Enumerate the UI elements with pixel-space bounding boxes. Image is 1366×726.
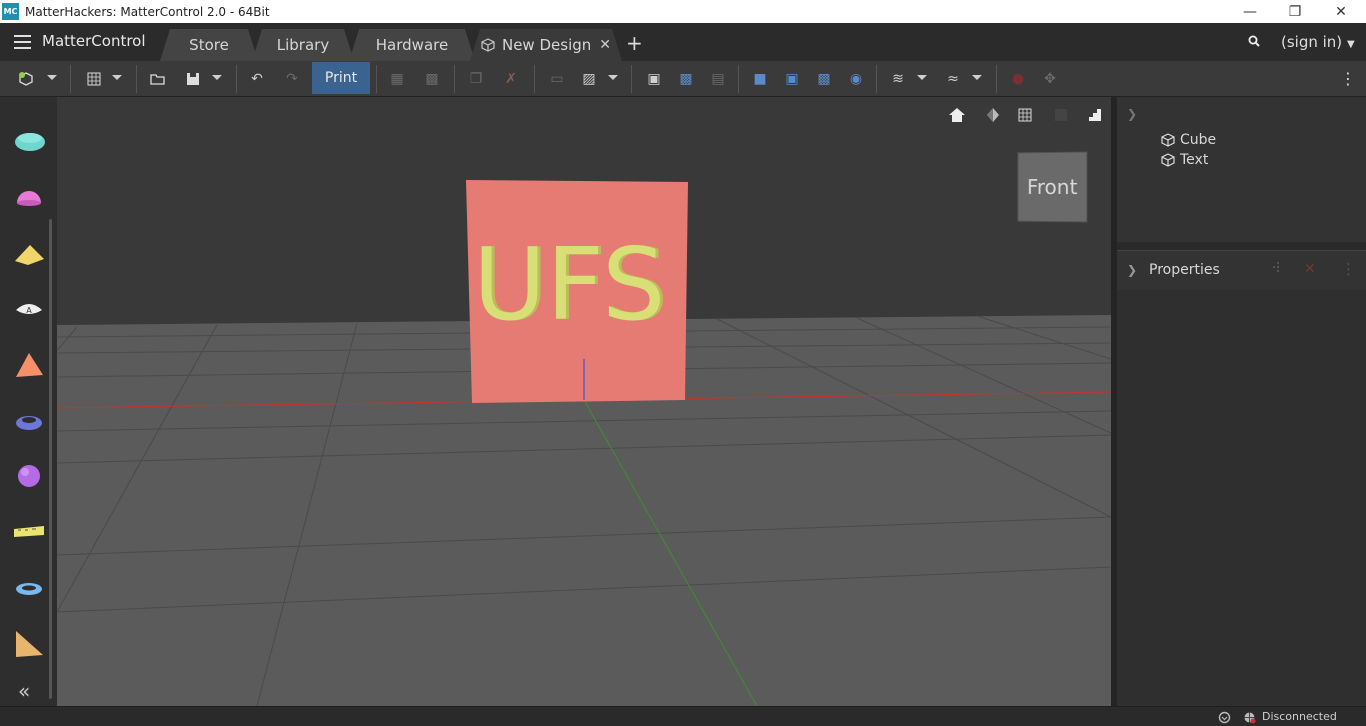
apply-icon[interactable]: ⠺ xyxy=(1271,261,1281,277)
status-bar: Disconnected xyxy=(0,706,1366,726)
array-icon[interactable]: ≋ xyxy=(888,69,908,89)
restore-icon[interactable]: ❐ xyxy=(1272,0,1318,23)
more-vertical-icon[interactable]: ⋮ xyxy=(1341,260,1356,278)
redo-icon[interactable]: ↷ xyxy=(282,69,302,89)
text-object[interactable]: UFS xyxy=(473,226,665,343)
tree-item-label: Cube xyxy=(1180,132,1217,148)
app-logo-icon: MC xyxy=(2,3,19,20)
scene-tree-panel: ❯ Cube Text xyxy=(1117,97,1366,242)
torus-icon[interactable] xyxy=(12,571,46,605)
chevron-down-icon[interactable] xyxy=(917,75,927,80)
tree-item-text[interactable]: Text xyxy=(1161,152,1208,168)
properties-label: Properties xyxy=(1149,262,1220,278)
copy-icon[interactable]: ❐ xyxy=(466,69,486,89)
view-cube-front[interactable]: Front xyxy=(1017,151,1088,223)
tab-library[interactable]: Library xyxy=(252,29,354,61)
add-part-icon[interactable] xyxy=(16,69,36,89)
layout-icon[interactable]: ▨ xyxy=(579,69,599,89)
window-title: MatterHackers: MatterControl 2.0 - 64Bit xyxy=(25,4,270,19)
connection-status: Disconnected xyxy=(1262,710,1337,723)
printer-status-icon[interactable] xyxy=(1243,711,1256,724)
main-toolbar: ↶ ↷ Print ▦ ▩ ❐ ✗ ▭ ▨ ▣ ▩ ▤ ■ ▣ ▩ ◉ ≋ ≈ … xyxy=(0,61,1366,97)
tab-new-design[interactable]: New Design ✕ xyxy=(470,29,622,61)
shape-palette: A « xyxy=(0,97,57,706)
properties-header[interactable]: ❯ Properties ⠺ ✕ ⋮ xyxy=(1117,250,1366,290)
mirror-icon[interactable]: ▩ xyxy=(676,69,696,89)
sphere-icon[interactable] xyxy=(12,459,46,493)
cube-shape-icon[interactable] xyxy=(12,125,46,159)
app-name: MatterControl xyxy=(42,32,146,50)
scene-canvas: UFS UFS xyxy=(57,97,1111,706)
palette-scrollbar[interactable] xyxy=(49,219,52,699)
ungroup-icon[interactable]: ▩ xyxy=(422,69,442,89)
open-folder-icon[interactable] xyxy=(148,69,168,89)
search-icon[interactable] xyxy=(1248,35,1260,47)
tab-label: New Design xyxy=(501,36,592,54)
3d-viewport[interactable]: UFS UFS Front xyxy=(57,97,1111,706)
chevron-down-icon[interactable] xyxy=(47,75,57,80)
tab-label: Store xyxy=(189,36,229,54)
layers-icon[interactable] xyxy=(1085,105,1105,125)
more-vertical-icon[interactable]: ⋮ xyxy=(1340,69,1356,89)
chevron-down-icon[interactable] xyxy=(608,75,618,80)
curve-icon[interactable]: ≈ xyxy=(943,69,963,89)
delete-icon[interactable]: ✗ xyxy=(501,69,521,89)
grid-view-icon[interactable] xyxy=(1015,105,1035,125)
svg-text:A: A xyxy=(26,306,32,315)
move-icon[interactable]: ✥ xyxy=(1040,69,1060,89)
text-shape-icon[interactable]: A xyxy=(12,293,46,327)
remove-icon[interactable]: ✕ xyxy=(1304,261,1316,277)
add-tab-button[interactable]: + xyxy=(626,31,643,55)
home-view-icon[interactable] xyxy=(947,105,967,125)
subtract-replace-icon[interactable]: ◉ xyxy=(846,69,866,89)
sign-in-label: (sign in) xyxy=(1281,33,1343,51)
cube-icon xyxy=(1161,153,1175,167)
view-cube-label: Front xyxy=(1026,174,1078,200)
ring-icon[interactable] xyxy=(12,405,46,439)
close-tab-icon[interactable]: ✕ xyxy=(599,37,611,53)
tab-store[interactable]: Store xyxy=(160,29,258,61)
arrange-icon[interactable]: ▦ xyxy=(387,69,407,89)
intersect-icon[interactable]: ▩ xyxy=(814,69,834,89)
tree-item-label: Text xyxy=(1180,152,1209,168)
properties-body xyxy=(1117,290,1366,706)
tab-hardware[interactable]: Hardware xyxy=(349,29,475,61)
bed-icon[interactable] xyxy=(1051,105,1071,125)
half-wedge-icon[interactable] xyxy=(12,627,46,661)
chevron-down-icon[interactable] xyxy=(972,75,982,80)
subtract-icon[interactable]: ▣ xyxy=(782,69,802,89)
cube-icon xyxy=(481,38,495,52)
hamburger-menu-icon[interactable] xyxy=(14,35,31,49)
collapse-palette-icon[interactable]: « xyxy=(18,679,30,703)
cube-icon xyxy=(1161,133,1175,147)
lay-flat-icon[interactable]: ▣ xyxy=(644,69,664,89)
sync-icon[interactable] xyxy=(1218,711,1231,724)
close-icon[interactable]: ✕ xyxy=(1318,0,1364,23)
pyramid-icon[interactable] xyxy=(12,349,46,383)
scale-icon[interactable]: ▤ xyxy=(708,69,728,89)
wedge-icon[interactable] xyxy=(12,237,46,271)
print-button[interactable]: Print xyxy=(312,62,370,94)
align-icon[interactable]: ▭ xyxy=(547,69,567,89)
undo-icon[interactable]: ↶ xyxy=(247,69,267,89)
combine-icon[interactable]: ■ xyxy=(750,69,770,89)
tab-bar: MatterControl Store Library Hardware New… xyxy=(0,23,1366,61)
bed-grid-icon[interactable] xyxy=(84,69,104,89)
half-sphere-icon[interactable] xyxy=(12,181,46,215)
image-converter-icon[interactable] xyxy=(12,515,46,549)
shaded-view-icon[interactable] xyxy=(983,105,1003,125)
save-icon[interactable] xyxy=(183,69,203,89)
tree-item-cube[interactable]: Cube xyxy=(1161,132,1216,148)
window-title-bar: MC MatterHackers: MatterControl 2.0 - 64… xyxy=(0,0,1366,23)
chevron-down-icon[interactable] xyxy=(212,75,222,80)
chevron-right-icon[interactable]: ❯ xyxy=(1127,263,1137,277)
sign-in-button[interactable]: (sign in) ▼ xyxy=(1281,33,1355,51)
tab-label: Library xyxy=(276,36,330,54)
minimize-icon[interactable]: — xyxy=(1227,0,1273,23)
chevron-right-icon[interactable]: ❯ xyxy=(1127,107,1137,121)
print-label: Print xyxy=(324,70,358,86)
tab-label: Hardware xyxy=(375,36,449,54)
support-icon[interactable]: ● xyxy=(1008,69,1028,89)
chevron-down-icon[interactable] xyxy=(112,75,122,80)
